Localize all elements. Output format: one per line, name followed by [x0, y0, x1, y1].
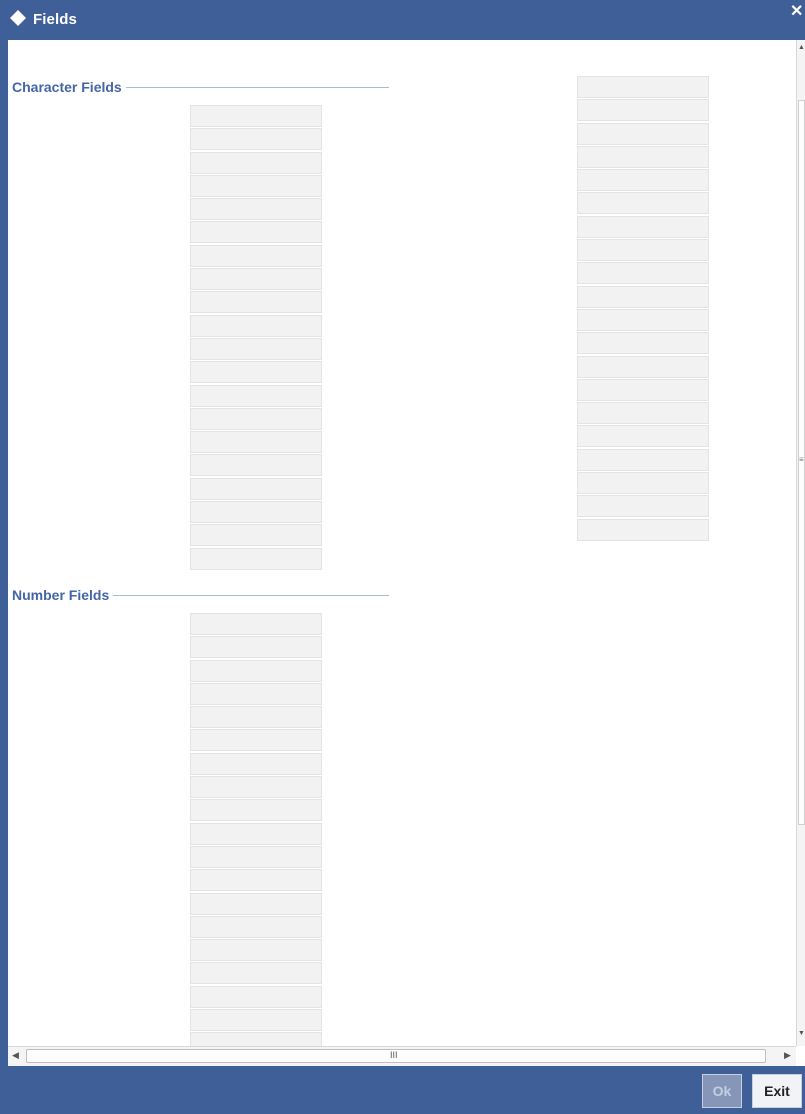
- character-field-2[interactable]: [190, 128, 322, 151]
- character-fields-column-1: [190, 105, 322, 571]
- character-field-14[interactable]: [190, 407, 322, 430]
- character-field-17[interactable]: [190, 477, 322, 500]
- character-field-b-5[interactable]: [577, 169, 709, 192]
- character-field-b-14[interactable]: [577, 378, 709, 401]
- character-field-b-17[interactable]: [577, 448, 709, 471]
- number-field-8[interactable]: [190, 776, 322, 799]
- dialog-footer: Ok Exit: [0, 1066, 805, 1114]
- character-field-6[interactable]: [190, 221, 322, 244]
- character-field-b-3[interactable]: [577, 122, 709, 145]
- character-field-11[interactable]: [190, 337, 322, 360]
- number-field-4[interactable]: [190, 682, 322, 705]
- character-field-15[interactable]: [190, 431, 322, 454]
- dialog-content: Character Fields Number Fields: [8, 40, 796, 1046]
- number-field-17[interactable]: [190, 985, 322, 1008]
- number-field-16[interactable]: [190, 962, 322, 985]
- character-field-b-16[interactable]: [577, 425, 709, 448]
- number-fields-section: Number Fields: [12, 587, 389, 609]
- character-field-9[interactable]: [190, 291, 322, 314]
- scroll-right-arrow-icon[interactable]: ▶: [784, 1050, 791, 1061]
- character-field-b-18[interactable]: [577, 472, 709, 495]
- fields-dialog: Fields ✕ Character Fields Number Fields …: [0, 0, 805, 1114]
- number-field-7[interactable]: [190, 752, 322, 775]
- character-field-b-4[interactable]: [577, 145, 709, 168]
- character-field-1[interactable]: [190, 105, 322, 127]
- scroll-down-arrow-icon[interactable]: ▼: [798, 1030, 805, 1037]
- character-field-b-15[interactable]: [577, 402, 709, 425]
- number-field-13[interactable]: [190, 892, 322, 915]
- character-field-19[interactable]: [190, 524, 322, 547]
- character-fields-heading: Character Fields: [12, 79, 126, 95]
- character-field-7[interactable]: [190, 244, 322, 267]
- character-field-12[interactable]: [190, 361, 322, 384]
- character-field-b-9[interactable]: [577, 262, 709, 285]
- exit-button[interactable]: Exit: [752, 1074, 802, 1108]
- character-field-20[interactable]: [190, 547, 322, 570]
- scroll-left-arrow-icon[interactable]: ◀: [12, 1050, 19, 1061]
- number-field-9[interactable]: [190, 799, 322, 822]
- character-field-13[interactable]: [190, 384, 322, 407]
- scroll-up-arrow-icon[interactable]: ▲: [798, 44, 805, 51]
- character-field-18[interactable]: [190, 501, 322, 524]
- character-field-10[interactable]: [190, 314, 322, 337]
- character-field-b-1[interactable]: [577, 76, 709, 98]
- character-field-b-2[interactable]: [577, 99, 709, 122]
- character-fields-column-2: [577, 76, 709, 542]
- number-fields-heading: Number Fields: [12, 587, 114, 603]
- character-field-b-10[interactable]: [577, 285, 709, 308]
- number-field-1[interactable]: [190, 613, 322, 635]
- character-field-b-8[interactable]: [577, 239, 709, 262]
- ok-button[interactable]: Ok: [702, 1074, 742, 1108]
- vertical-scrollbar[interactable]: ▲ ≡ ▼: [796, 40, 805, 1046]
- vertical-scroll-grip-icon: ≡: [799, 455, 804, 464]
- title-bar: Fields ✕: [0, 0, 805, 40]
- horizontal-scrollbar[interactable]: ◀ III ▶: [8, 1046, 796, 1066]
- character-field-b-7[interactable]: [577, 215, 709, 238]
- close-icon[interactable]: ✕: [790, 3, 805, 21]
- number-field-10[interactable]: [190, 822, 322, 845]
- character-field-16[interactable]: [190, 454, 322, 477]
- number-field-3[interactable]: [190, 659, 322, 682]
- character-field-b-12[interactable]: [577, 332, 709, 355]
- window-frame-left: [0, 40, 8, 1066]
- horizontal-scroll-grip: III: [390, 1050, 398, 1060]
- number-field-18[interactable]: [190, 1009, 322, 1032]
- number-field-12[interactable]: [190, 869, 322, 892]
- diamond-icon: [10, 10, 26, 26]
- window-title: Fields: [33, 11, 77, 28]
- character-field-8[interactable]: [190, 268, 322, 291]
- character-field-b-19[interactable]: [577, 495, 709, 518]
- character-field-b-13[interactable]: [577, 355, 709, 378]
- number-field-14[interactable]: [190, 915, 322, 938]
- number-field-6[interactable]: [190, 729, 322, 752]
- character-field-5[interactable]: [190, 198, 322, 221]
- character-field-b-20[interactable]: [577, 518, 709, 541]
- number-field-19[interactable]: [190, 1032, 322, 1046]
- number-field-5[interactable]: [190, 706, 322, 729]
- character-field-b-11[interactable]: [577, 308, 709, 331]
- character-fields-section: Character Fields: [12, 79, 389, 101]
- number-field-11[interactable]: [190, 845, 322, 868]
- number-fields-column: [190, 613, 322, 1046]
- character-field-4[interactable]: [190, 174, 322, 197]
- number-field-2[interactable]: [190, 636, 322, 659]
- number-field-15[interactable]: [190, 939, 322, 962]
- character-field-b-6[interactable]: [577, 192, 709, 215]
- character-field-3[interactable]: [190, 151, 322, 174]
